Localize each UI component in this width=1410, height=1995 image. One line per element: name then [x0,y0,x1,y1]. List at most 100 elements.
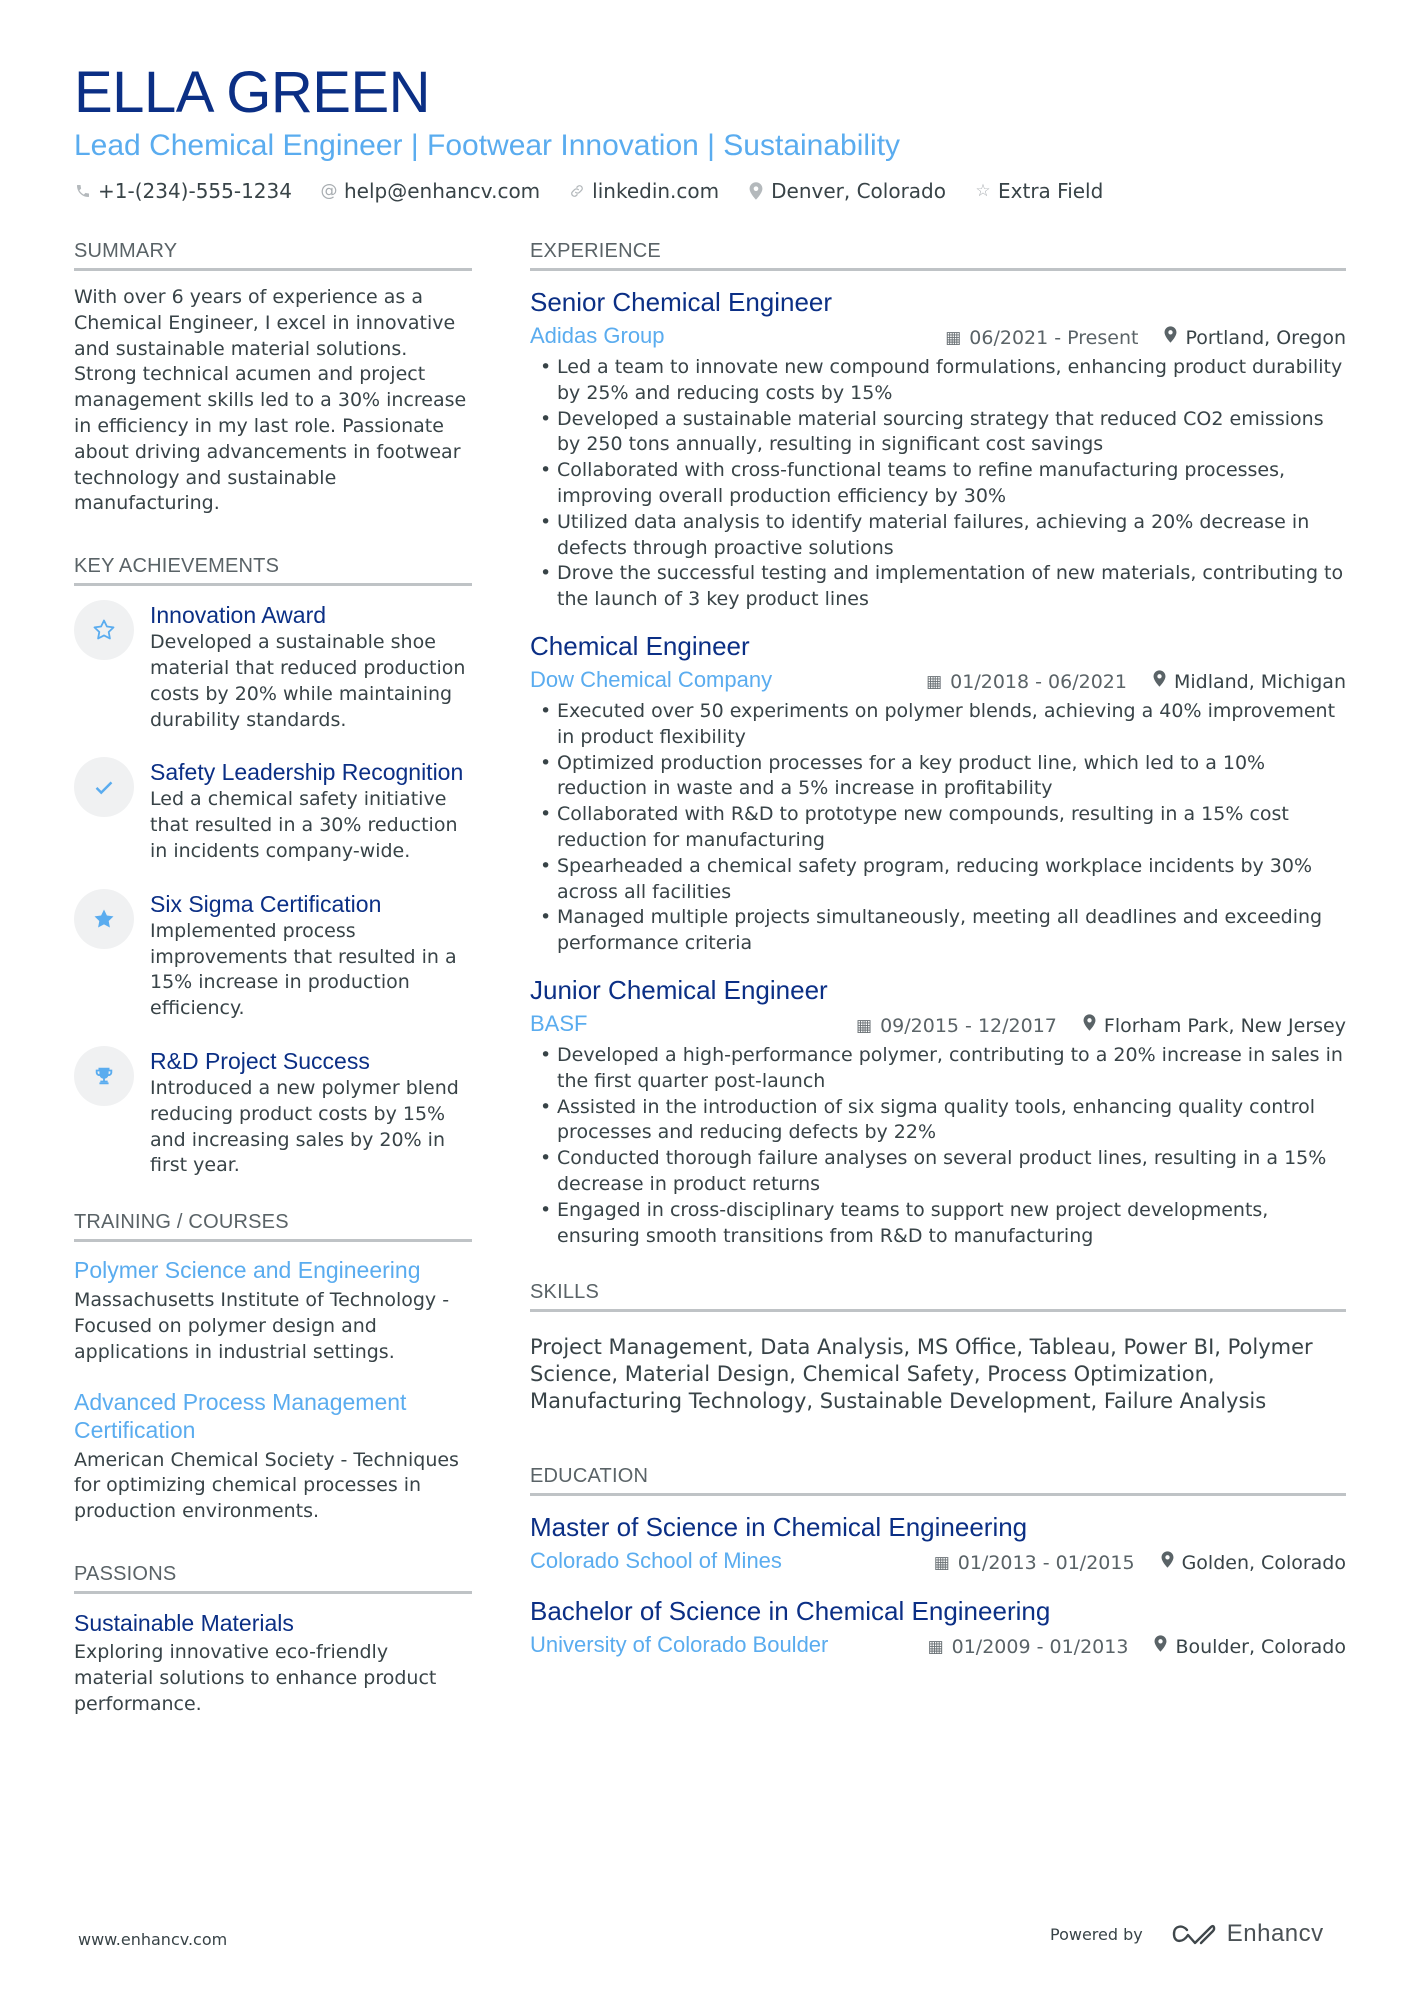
left-column: SUMMARY With over 6 years of experience … [74,238,472,1753]
location-pin-icon [1083,1013,1096,1039]
course-item: Polymer Science and Engineering Massachu… [74,1256,472,1365]
job-bullet: Conducted thorough failure analyses on s… [530,1146,1346,1198]
skills-section: SKILLS Project Management, Data Analysis… [530,1279,1346,1415]
education-section: EDUCATION Master of Science in Chemical … [530,1463,1346,1660]
achievement-title: Safety Leadership Recognition [150,759,464,786]
achievement-text: Led a chemical safety initiative that re… [150,788,458,862]
job-bullet: Developed a high-performance polymer, co… [530,1043,1346,1095]
achievement-item: Safety Leadership Recognition Led a chem… [74,757,472,864]
footer-branding: Powered by Enhancv [1050,1920,1324,1948]
job-bullet: Developed a sustainable material sourcin… [530,407,1346,459]
achievement-text: Introduced a new polymer blend reducing … [150,1076,459,1177]
achievements-section: KEY ACHIEVEMENTS Innovation Award Develo… [74,553,472,1179]
summary-section: SUMMARY With over 6 years of experience … [74,238,472,517]
education-entry: Bachelor of Science in Chemical Engineer… [530,1594,1346,1660]
achievement-item: Innovation Award Developed a sustainable… [74,600,472,733]
job-dates: 09/2015 - 12/2017 [880,1014,1057,1037]
enhancv-logo-icon [1172,1924,1215,1945]
training-section: TRAINING / COURSES Polymer Science and E… [74,1209,472,1525]
contact-location: Denver, Colorado [747,178,946,204]
location-pin-icon [747,182,765,200]
phone-icon [74,183,92,199]
job-location: Florham Park, New Jersey [1103,1014,1346,1037]
footer-website[interactable]: www.enhancv.com [78,1930,227,1949]
calendar-icon: ▦ [933,1553,950,1574]
education-dates: 01/2013 - 01/2015 [957,1552,1135,1575]
contact-email-text: help@enhancv.com [343,179,541,203]
job-title: Senior Chemical Engineer [530,287,833,317]
checkmark-icon [74,757,134,818]
job-bullet: Engaged in cross-disciplinary teams to s… [530,1198,1346,1250]
job-entry: Junior Chemical Engineer BASF ▦ 09/2015 -… [530,973,1346,1249]
contact-phone[interactable]: +1-(234)-555-1234 [74,178,292,204]
contact-location-text: Denver, Colorado [771,179,946,203]
job-bullet: Executed over 50 experiments on polymer … [530,699,1346,751]
job-title: Chemical Engineer [530,630,750,661]
achievement-item: Six Sigma Certification Implemented proc… [74,888,472,1022]
job-bullet: Spearheaded a chemical safety program, r… [530,854,1346,906]
calendar-icon: ▦ [927,1637,944,1658]
achievements-heading: KEY ACHIEVEMENTS [74,553,472,587]
achievement-title: R&D Project Success [150,1047,370,1074]
star-outline-icon [74,600,134,661]
summary-heading: SUMMARY [74,238,472,271]
calendar-icon: ▦ [926,671,943,692]
education-location: Golden, Colorado [1181,1552,1346,1575]
location-pin-icon [1161,1550,1174,1576]
job-bullet: Collaborated with cross-functional teams… [530,458,1346,510]
enhancv-logo[interactable]: Enhancv [1171,1920,1324,1948]
calendar-icon: ▦ [856,1015,873,1036]
job-dates: 06/2021 - Present [969,327,1139,349]
education-heading: EDUCATION [530,1463,1346,1497]
job-bullet: Drove the successful testing and impleme… [530,561,1346,613]
passion-text: Exploring innovative eco-friendly materi… [74,1640,437,1715]
candidate-headline: Lead Chemical Engineer | Footwear Innova… [74,129,901,162]
school-name: University of Colorado Boulder [530,1632,829,1658]
enhancv-wordmark: Enhancv [1226,1920,1324,1947]
contact-bar: +1-(234)-555-1234 @ help@enhancv.com lin… [74,178,1336,204]
course-text: Massachusetts Institute of Technology - … [74,1289,450,1363]
link-icon [568,183,586,199]
job-bullet: Utilized data analysis to identify mater… [530,510,1346,562]
achievement-item: R&D Project Success Introduced a new pol… [74,1045,472,1179]
contact-phone-text: +1-(234)-555-1234 [98,179,292,203]
experience-heading: EXPERIENCE [530,238,1346,271]
at-icon: @ [320,181,338,201]
job-bullet: Led a team to innovate new compound form… [530,355,1346,407]
achievement-text: Implemented process improvements that re… [150,919,457,1020]
job-bullet: Managed multiple projects simultaneously… [530,905,1346,957]
education-entry: Master of Science in Chemical Engineerin… [530,1510,1346,1576]
course-title: Polymer Science and Engineering [74,1257,421,1284]
trophy-icon [74,1045,134,1106]
location-pin-icon [1164,325,1177,351]
star-outline-icon: ☆ [975,181,991,201]
candidate-name: ELLA GREEN [74,60,431,125]
experience-section: EXPERIENCE Senior Chemical Engineer Adid… [530,238,1346,1249]
skills-list: Project Management, Data Analysis, MS Of… [530,1335,1313,1414]
job-bullet: Collaborated with R&D to prototype new c… [530,802,1346,854]
job-bullets: Developed a high-performance polymer, co… [530,1043,1346,1249]
contact-email[interactable]: @ help@enhancv.com [320,178,540,204]
job-title: Junior Chemical Engineer [530,974,828,1005]
job-entry: Chemical Engineer Dow Chemical Company ▦… [530,629,1346,957]
job-bullet: Optimized production processes for a key… [530,751,1346,803]
job-location: Portland, Oregon [1185,327,1346,349]
job-bullet: Assisted in the introduction of six sigm… [530,1095,1346,1147]
location-pin-icon [1154,1634,1167,1660]
education-dates: 01/2009 - 01/2013 [951,1636,1129,1659]
right-column: EXPERIENCE Senior Chemical Engineer Adid… [530,238,1346,1696]
contact-linkedin[interactable]: linkedin.com [568,178,719,204]
achievement-title: Innovation Award [150,602,327,629]
skills-heading: SKILLS [530,1279,1346,1313]
job-dates: 01/2018 - 06/2021 [950,670,1127,693]
contact-extra-text: Extra Field [998,179,1104,203]
powered-by-label: Powered by [1050,1924,1143,1944]
degree-title: Master of Science in Chemical Engineerin… [530,1512,1028,1543]
achievement-text: Developed a sustainable shoe material th… [150,631,466,731]
degree-title: Bachelor of Science in Chemical Engineer… [530,1596,1051,1627]
job-entry: Senior Chemical Engineer Adidas Group ▦ 0… [530,285,1346,613]
training-heading: TRAINING / COURSES [74,1209,472,1243]
summary-text: With over 6 years of experience as a Che… [74,286,467,515]
achievement-title: Six Sigma Certification [150,890,382,917]
passion-title: Sustainable Materials [74,1609,294,1636]
